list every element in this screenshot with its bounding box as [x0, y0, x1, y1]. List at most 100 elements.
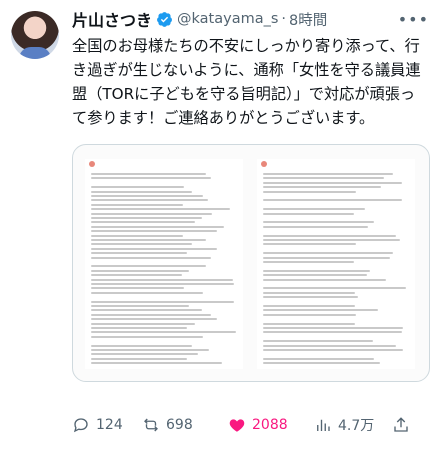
avatar[interactable] [11, 11, 59, 59]
document-text-line [91, 357, 188, 360]
document-text-line [91, 190, 192, 193]
document-text-line [263, 278, 386, 281]
document-text-line [263, 274, 367, 277]
document-page-right [257, 159, 415, 369]
document-text-line [263, 252, 393, 255]
like-button[interactable]: 2088 [228, 416, 314, 434]
document-text-line [263, 221, 374, 224]
reply-button[interactable]: 124 [72, 416, 142, 434]
document-text-line [91, 221, 195, 224]
tweet-text: 全国のお母様たちの不安にしっかり寄り添って、行き過ぎが生じないように、通称「女性… [72, 37, 421, 127]
document-text-line [91, 287, 185, 290]
document-text-line [91, 291, 204, 294]
document-text-line [263, 173, 393, 175]
document-text-line [91, 230, 217, 233]
document-text-line [263, 322, 355, 325]
document-text-line [263, 208, 366, 211]
retweet-button[interactable]: 698 [142, 416, 228, 434]
document-text-line [263, 291, 355, 294]
document-text-line [91, 217, 202, 219]
reply-icon [73, 418, 88, 433]
verified-badge-icon [157, 11, 172, 27]
document-text-line [91, 208, 230, 211]
document-text-line [91, 283, 235, 285]
views-chart-icon [317, 419, 330, 431]
document-text-line [91, 234, 183, 237]
document-text-line [263, 287, 407, 290]
document-text-line [263, 309, 379, 312]
document-text-line [263, 243, 357, 246]
document-text-line [91, 186, 185, 189]
document-text-line [91, 331, 236, 334]
document-text-line [263, 327, 404, 329]
document-text-line [91, 269, 189, 272]
display-name[interactable]: 片山さつき [72, 7, 152, 31]
attached-image[interactable] [72, 144, 430, 382]
action-bar: 124 698 2088 4.7万 [72, 415, 428, 435]
document-text-line [91, 353, 198, 356]
share-button[interactable] [392, 416, 416, 434]
document-text-line [263, 256, 391, 259]
document-text-line [91, 177, 211, 180]
tweet-header: 片山さつき @katayama_s · 8時間 [72, 8, 429, 30]
document-text-line [263, 186, 382, 189]
document-text-line [91, 318, 217, 321]
document-text-line [263, 225, 369, 228]
reply-count: 124 [96, 417, 123, 433]
timestamp[interactable]: 8時間 [289, 9, 327, 30]
document-text-line [263, 212, 354, 215]
more-horizontal-icon[interactable]: ••• [398, 10, 429, 29]
document-text-line [263, 177, 385, 180]
document-text-line [91, 173, 207, 175]
document-text-line [91, 256, 211, 259]
document-text-line [263, 234, 396, 237]
document-text-line [91, 239, 207, 241]
document-text-line [91, 225, 224, 228]
document-text-line [91, 300, 235, 303]
document-text-line [91, 327, 188, 329]
tweet[interactable]: 片山さつき @katayama_s · 8時間 ••• 全国のお母様たちの不安に… [0, 0, 441, 450]
document-text-line [263, 349, 404, 351]
views-button[interactable]: 4.7万 [314, 415, 392, 435]
share-icon [394, 417, 408, 432]
document-text-line [91, 243, 192, 246]
document-text-line [91, 344, 192, 347]
document-text-line [263, 199, 402, 202]
document-text-line [263, 190, 357, 193]
document-page-left [85, 159, 243, 369]
document-text-line [91, 349, 210, 351]
document-text-line [91, 265, 207, 268]
document-text-line [91, 278, 233, 281]
document-text-line [91, 203, 183, 206]
document-text-line [263, 340, 373, 343]
document-text-line [263, 261, 354, 263]
like-count: 2088 [252, 417, 288, 433]
document-text-line [91, 212, 213, 215]
document-text-line [91, 199, 208, 202]
document-text-line [263, 357, 374, 360]
document-text-line [263, 362, 380, 365]
handle[interactable]: @katayama_s [177, 11, 278, 27]
document-text-line [91, 247, 217, 250]
document-text-line [263, 305, 355, 307]
document-text-line [263, 313, 357, 316]
views-count: 4.7万 [338, 418, 375, 434]
document-text-line [91, 195, 204, 197]
document-text-line [91, 362, 223, 365]
document-text-line [91, 309, 202, 312]
document-text-line [91, 252, 188, 255]
document-text-line [263, 239, 401, 241]
heart-filled-icon [229, 419, 245, 432]
document-text-line [263, 269, 370, 272]
document-text-line [91, 335, 204, 338]
document-text-line [91, 313, 211, 316]
document-text-line [263, 331, 402, 334]
retweet-count: 698 [166, 417, 193, 433]
document-text-line [263, 296, 358, 299]
retweet-icon [144, 418, 158, 432]
document-text-line [263, 181, 402, 184]
document-text-line [263, 344, 396, 347]
document-text-line [91, 305, 189, 307]
document-text-line [91, 274, 182, 277]
separator: · [281, 11, 287, 27]
